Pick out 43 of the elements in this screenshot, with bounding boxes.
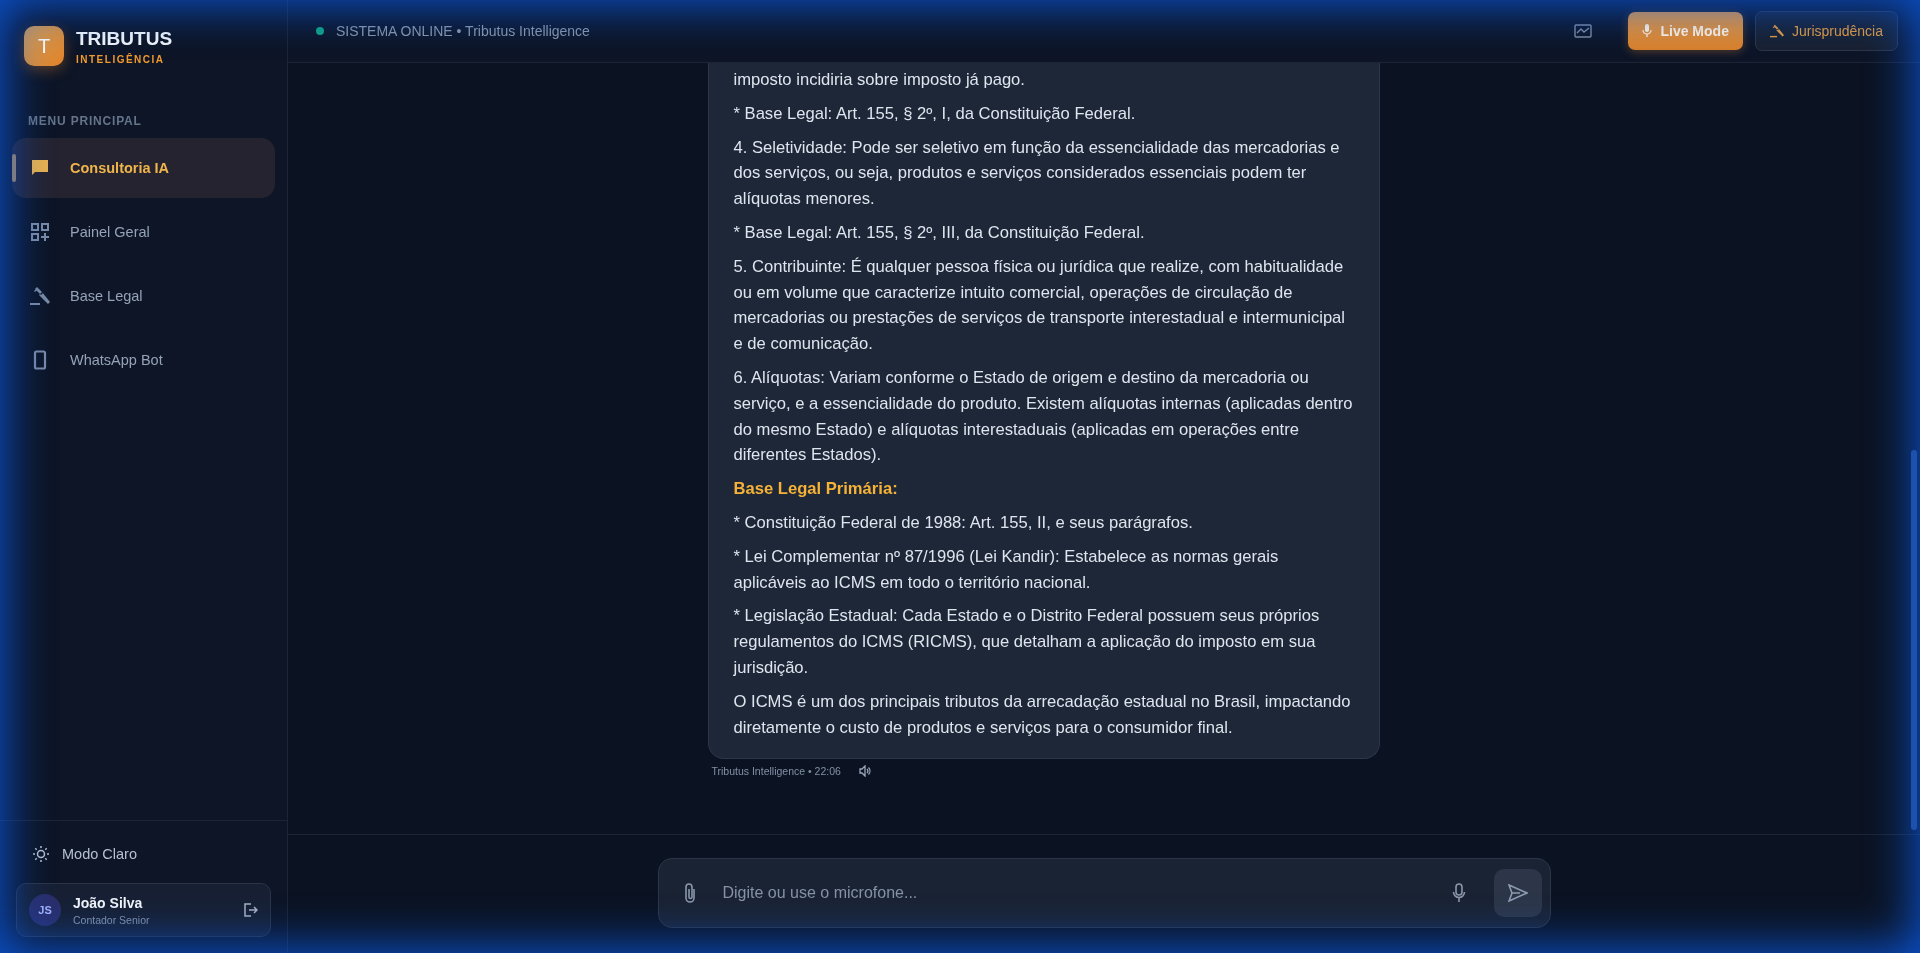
message-paragraph: 6. Alíquotas: Variam conforme o Estado de origem e destino da mercadoria ou serviço, e a essencialidade do produto. Existem alíquotas internas (aplicadas dentro do mesmo Estado) e alíquotas interestaduais (aplicadas em operações entre diferentes Estados).	[733, 366, 1353, 467]
grid-plus-icon	[30, 222, 50, 242]
sun-icon	[32, 845, 50, 863]
message-paragraph: imposto incidiria sobre imposto já pago.	[733, 69, 1026, 91]
gavel-icon	[30, 286, 50, 306]
brand-tagline: INTELIGÊNCIA	[76, 53, 166, 65]
logo-badge: T	[24, 26, 64, 66]
gavel-icon	[1769, 24, 1784, 38]
nav-item[interactable]: Base Legal	[12, 266, 275, 326]
status-text: SISTEMA ONLINE • Tributus Intelligence	[336, 23, 591, 39]
speaker-icon	[858, 765, 871, 778]
user-name: João Silva	[73, 894, 144, 911]
message-paragraph: * Legislação Estadual: Cada Estado e o Distrito Federal possuem seus próprios regulamentos do ICMS (RICMS), que detalham a aplicação do imposto em sua jurisdição.	[733, 605, 1321, 679]
message-paragraph: * Constituição Federal de 1988: Art. 155, II, e seus parágrafos.	[733, 511, 1194, 534]
chat-bubble-icon	[30, 158, 50, 178]
section-title: MENU PRINCIPAL	[28, 114, 142, 128]
nav-item[interactable]: Consultoria IA	[12, 138, 275, 198]
message-paragraph: * Base Legal: Art. 155, § 2º, III, da Constituição Federal.	[733, 222, 1146, 244]
message-meta: Tributus Intelligence • 22:06	[711, 765, 841, 778]
logout-icon	[242, 902, 258, 918]
brand-name: TRIBUTUS	[76, 27, 173, 50]
nav-item[interactable]: Painel Geral	[12, 202, 275, 262]
theme-toggle[interactable]: Modo Claro	[16, 841, 271, 867]
message-input[interactable]: Digite ou use o microfone...	[720, 883, 1434, 903]
chart-icon[interactable]	[1574, 24, 1593, 38]
microphone-icon	[1642, 24, 1653, 38]
send-icon	[1507, 884, 1528, 902]
paperclip-icon	[682, 882, 697, 904]
user-role: Contador Senior	[73, 913, 151, 926]
message-paragraph: 4. Seletividade: Pode ser seletivo em função da essencialidade das mercadorias e dos serviços, ou seja, produtos e serviços considerados essenciais podem ter alíquotas menores.	[733, 136, 1341, 211]
section-heading: Base Legal Primária:	[733, 478, 899, 501]
microphone-icon	[1451, 883, 1466, 903]
logout-button[interactable]	[242, 902, 258, 918]
user-avatar: JS	[29, 894, 61, 926]
jurisprudence-button[interactable]: Jurisprudência	[1754, 11, 1898, 51]
message-paragraph: * Lei Complementar nº 87/1996 (Lei Kandir): Estabelece as normas gerais aplicáveis ao ICMS em todo o território nacional.	[733, 545, 1280, 594]
send-button[interactable]	[1493, 869, 1542, 917]
message-paragraph: * Base Legal: Art. 155, § 2º, I, da Constituição Federal.	[733, 102, 1137, 125]
scrollbar[interactable]	[1911, 450, 1917, 830]
message-paragraph: 5. Contribuinte: É qualquer pessoa física ou jurídica que realize, com habitualidade ou em volume que caracterize intuito comercial, operações de circulação de mercadorias ou prestações de serviços de transporte interestadual e intermunicipal e de comunicação.	[733, 255, 1347, 356]
message-paragraph: O ICMS é um dos principais tributos da arrecadação estadual no Brasil, impactando diretamente o custo de produtos e serviços para o consumidor final.	[733, 690, 1352, 739]
nav-item[interactable]: WhatsApp Bot	[12, 330, 275, 390]
speaker-button[interactable]	[858, 765, 871, 778]
